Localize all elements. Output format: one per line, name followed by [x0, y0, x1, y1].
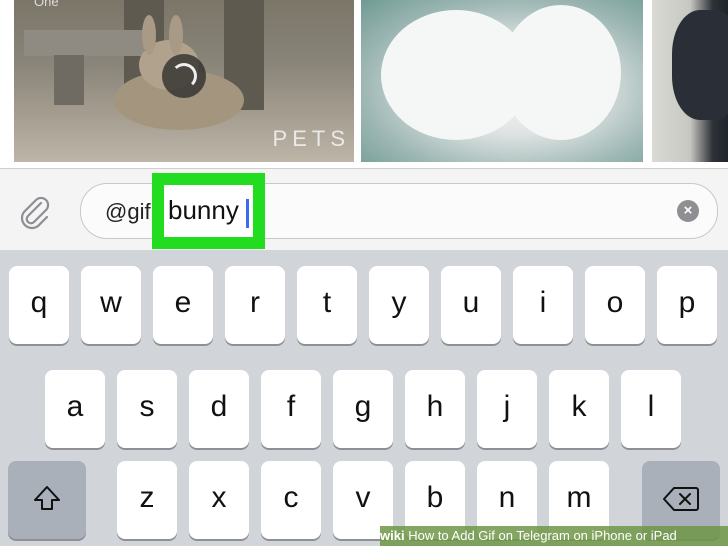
keyboard: q w e r t y u i o p a s d f g h j k l z …: [0, 250, 728, 546]
key-q[interactable]: q: [9, 266, 69, 344]
key-c[interactable]: c: [261, 461, 321, 539]
backspace-icon: [663, 487, 699, 511]
key-g[interactable]: g: [333, 370, 393, 448]
bench: [24, 30, 144, 56]
gif-corner-text: One: [34, 0, 59, 9]
clear-input-icon[interactable]: ×: [677, 200, 699, 222]
highlight-box: bunny: [152, 173, 265, 249]
key-a[interactable]: a: [45, 370, 105, 448]
key-j[interactable]: j: [477, 370, 537, 448]
query-text: bunny: [168, 195, 239, 225]
key-w[interactable]: w: [81, 266, 141, 344]
dark-bunny: [672, 10, 728, 120]
key-i[interactable]: i: [513, 266, 573, 344]
key-h[interactable]: h: [405, 370, 465, 448]
watermark-brand: wiki: [380, 528, 405, 543]
bench-leg: [54, 55, 84, 105]
key-y[interactable]: y: [369, 266, 429, 344]
loading-spinner-icon: [162, 54, 206, 98]
gif-result-dark-bunny[interactable]: [652, 0, 728, 162]
gif-results-strip: One PETS: [0, 0, 728, 168]
gif-watermark: PETS: [272, 126, 350, 151]
rabbit-ear: [169, 15, 183, 55]
message-input-field[interactable]: @gif bunny ×: [80, 173, 718, 249]
white-bunny: [501, 5, 621, 140]
key-z[interactable]: z: [117, 461, 177, 539]
key-d[interactable]: d: [189, 370, 249, 448]
key-o[interactable]: o: [585, 266, 645, 344]
watermark-bar: wiki How to Add Gif on Telegram on iPhon…: [380, 526, 728, 546]
key-t[interactable]: t: [297, 266, 357, 344]
gif-result-white-bunnies[interactable]: [361, 0, 643, 162]
paperclip-icon[interactable]: [14, 191, 54, 231]
text-cursor: [246, 199, 249, 228]
bot-prefix: @gif: [105, 199, 151, 224]
key-l[interactable]: l: [621, 370, 681, 448]
key-x[interactable]: x: [189, 461, 249, 539]
key-f[interactable]: f: [261, 370, 321, 448]
key-r[interactable]: r: [225, 266, 285, 344]
shift-arrow-icon: [34, 486, 60, 510]
message-input-bar: @gif bunny ×: [0, 168, 728, 251]
key-p[interactable]: p: [657, 266, 717, 344]
key-e[interactable]: e: [153, 266, 213, 344]
gif-result-rabbit-outdoors[interactable]: One PETS: [14, 0, 354, 162]
key-u[interactable]: u: [441, 266, 501, 344]
key-s[interactable]: s: [117, 370, 177, 448]
query-text-box: bunny: [164, 185, 253, 237]
key-k[interactable]: k: [549, 370, 609, 448]
rabbit-ear: [142, 15, 156, 55]
watermark-title: How to Add Gif on Telegram on iPhone or …: [408, 528, 677, 543]
shift-key[interactable]: [8, 461, 86, 539]
